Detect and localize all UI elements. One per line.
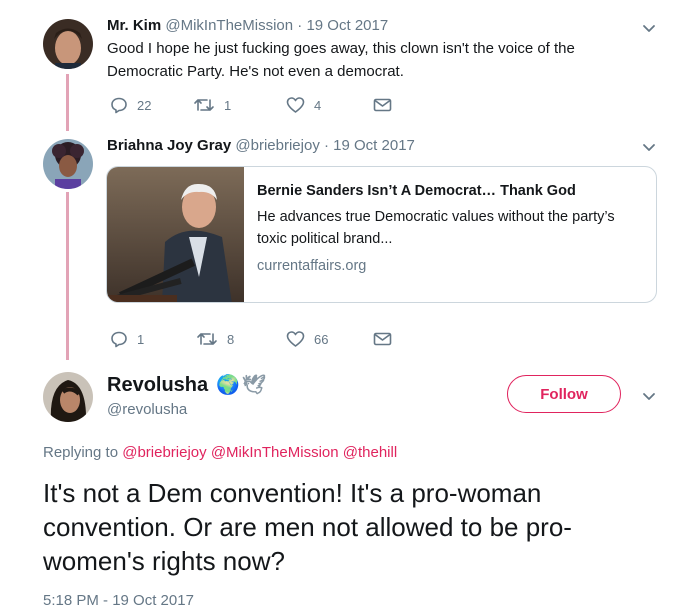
replying-prefix: Replying to (43, 444, 119, 461)
card-image (107, 167, 244, 302)
tweet-text: Good I hope he just fucking goes away, t… (107, 40, 575, 80)
reply-count: 22 (137, 97, 152, 113)
reply-icon (111, 97, 127, 114)
user-handle[interactable]: @MikInTheMission (165, 17, 293, 34)
retweet-icon (194, 99, 214, 111)
main-tweet-header: Revolusha 🌍 🕊 (107, 373, 266, 397)
tweet-header: Briahna Joy Gray @briebriejoy · 19 Oct 2… (107, 137, 415, 154)
retweet-count: 8 (227, 331, 235, 347)
reply-count: 1 (137, 331, 145, 347)
card-title[interactable]: Bernie Sanders Isn’t A Democrat… Thank G… (257, 181, 647, 201)
reply-button[interactable]: 22 (110, 96, 151, 114)
mention-link[interactable]: @thehill (343, 444, 397, 461)
tweet-header: Mr. Kim @MikInTheMission · 19 Oct 2017 (107, 17, 388, 34)
message-button[interactable] (373, 96, 392, 114)
avatar[interactable] (43, 19, 93, 69)
retweet-button[interactable]: 1 (193, 96, 231, 114)
like-button[interactable]: 66 (286, 330, 328, 348)
chevron-down-icon[interactable] (641, 20, 657, 36)
reply-icon (111, 331, 127, 348)
retweet-icon (197, 333, 217, 345)
avatar[interactable] (43, 372, 93, 422)
display-name[interactable]: Briahna Joy Gray (107, 137, 231, 154)
reply-button[interactable]: 1 (110, 330, 144, 348)
display-name[interactable]: Mr. Kim (107, 17, 161, 34)
like-count: 66 (314, 331, 329, 347)
card-description: He advances true Democratic values witho… (257, 209, 615, 247)
retweet-button[interactable]: 8 (196, 330, 234, 348)
avatar[interactable] (43, 139, 93, 189)
thread-connector (66, 74, 69, 131)
like-count: 4 (314, 97, 322, 113)
like-icon (286, 331, 305, 347)
tweet-timestamp[interactable]: 5:18 PM - 19 Oct 2017 (43, 592, 194, 609)
message-button[interactable] (373, 330, 392, 348)
dove-emoji: 🕊 (241, 375, 266, 396)
follow-button[interactable]: Follow (507, 375, 621, 413)
globe-emoji: 🌍 (216, 375, 240, 396)
link-card[interactable]: Bernie Sanders Isn’t A Democrat… Thank G… (106, 166, 657, 303)
chevron-down-icon[interactable] (641, 388, 657, 404)
card-domain: currentaffairs.org (257, 258, 367, 274)
retweet-count: 1 (224, 97, 232, 113)
mention-link[interactable]: @briebriejoy (122, 444, 206, 461)
main-tweet-text: It's not a Dem convention! It's a pro-wo… (43, 478, 572, 576)
mention-link[interactable]: @MikInTheMission (211, 444, 339, 461)
like-icon (286, 97, 305, 113)
user-handle[interactable]: @briebriejoy (235, 137, 319, 154)
tweet-date[interactable]: · 19 Oct 2017 (324, 137, 415, 154)
like-button[interactable]: 4 (286, 96, 321, 114)
display-name[interactable]: Revolusha (107, 374, 208, 397)
replying-to: Replying to @briebriejoy @MikInTheMissio… (43, 444, 397, 461)
user-handle[interactable]: @revolusha (107, 401, 187, 418)
chevron-down-icon[interactable] (641, 139, 657, 155)
message-icon (373, 332, 392, 346)
message-icon (373, 98, 392, 112)
tweet-date[interactable]: · 19 Oct 2017 (297, 17, 388, 34)
thread-connector (66, 192, 69, 360)
